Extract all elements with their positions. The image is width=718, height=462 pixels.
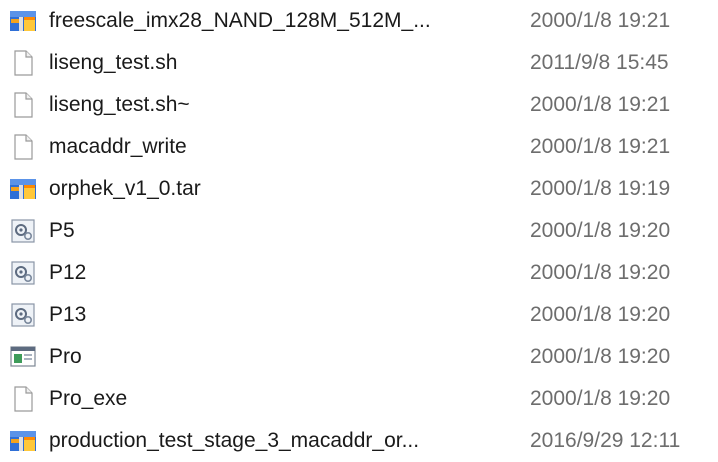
file-row[interactable]: orphek_v1_0.tar 2000/1/8 19:19 — [0, 168, 718, 210]
file-row[interactable]: P13 2000/1/8 19:20 — [0, 294, 718, 336]
file-name: P5 — [49, 219, 75, 242]
file-date: 2000/1/8 19:20 — [530, 303, 671, 326]
file-row[interactable]: P12 2000/1/8 19:20 — [0, 252, 718, 294]
file-name: liseng_test.sh~ — [49, 93, 190, 116]
file-date: 2000/1/8 19:19 — [530, 177, 671, 200]
file-row[interactable]: liseng_test.sh 2011/9/8 15:45 — [0, 42, 718, 84]
file-row[interactable]: Pro 2000/1/8 19:20 — [0, 336, 718, 378]
application-icon — [9, 344, 37, 370]
archive-icon — [9, 176, 37, 202]
file-name: P12 — [49, 261, 87, 284]
file-date: 2000/1/8 19:21 — [530, 135, 671, 158]
settings-file-icon — [9, 218, 37, 244]
file-date: 2000/1/8 19:21 — [530, 93, 671, 116]
file-icon — [9, 50, 37, 76]
file-icon — [9, 134, 37, 160]
settings-file-icon — [9, 302, 37, 328]
file-date: 2000/1/8 19:20 — [530, 219, 671, 242]
file-icon — [9, 386, 37, 412]
archive-icon — [9, 428, 37, 454]
file-name: P13 — [49, 303, 87, 326]
file-name: Pro — [49, 345, 82, 368]
file-name: production_test_stage_3_macaddr_or... — [49, 429, 420, 452]
file-date: 2011/9/8 15:45 — [530, 51, 669, 74]
archive-icon — [9, 8, 37, 34]
file-row[interactable]: Pro_exe 2000/1/8 19:20 — [0, 378, 718, 420]
file-name: Pro_exe — [49, 387, 128, 410]
file-name: liseng_test.sh — [49, 51, 178, 74]
settings-file-icon — [9, 260, 37, 286]
file-row[interactable]: production_test_stage_3_macaddr_or... 20… — [0, 420, 718, 462]
file-name: orphek_v1_0.tar — [49, 177, 201, 200]
file-row[interactable]: liseng_test.sh~ 2000/1/8 19:21 — [0, 84, 718, 126]
file-name: macaddr_write — [49, 135, 187, 158]
file-name: freescale_imx28_NAND_128M_512M_... — [49, 9, 431, 32]
file-date: 2000/1/8 19:21 — [530, 9, 671, 32]
file-date: 2016/9/29 12:11 — [530, 429, 681, 452]
file-icon — [9, 92, 37, 118]
file-date: 2000/1/8 19:20 — [530, 387, 671, 410]
file-date: 2000/1/8 19:20 — [530, 261, 671, 284]
file-row[interactable]: freescale_imx28_NAND_128M_512M_... 2000/… — [0, 0, 718, 42]
file-date: 2000/1/8 19:20 — [530, 345, 671, 368]
file-row[interactable]: P5 2000/1/8 19:20 — [0, 210, 718, 252]
file-row[interactable]: macaddr_write 2000/1/8 19:21 — [0, 126, 718, 168]
